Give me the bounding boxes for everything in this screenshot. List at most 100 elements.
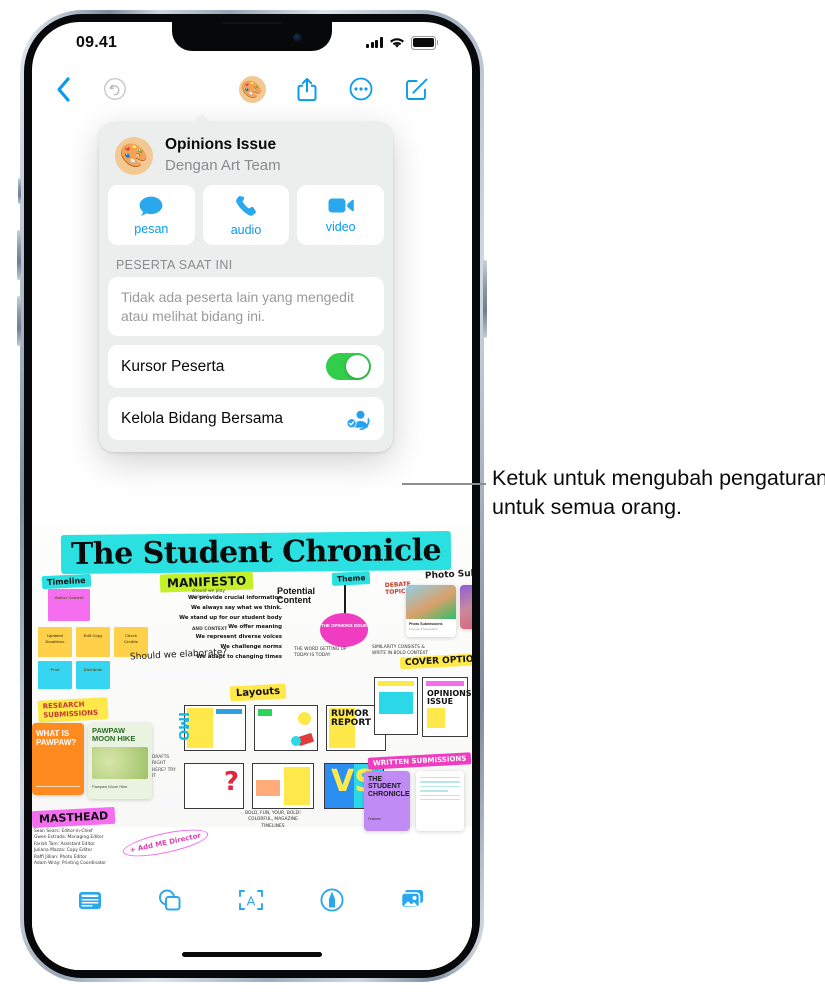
artist-palette-avatar-icon: 🎨 bbox=[115, 136, 153, 175]
board-note-add-director: + Add ME Director bbox=[120, 824, 210, 862]
cover-card-title: THE STUDENT CHRONICLE bbox=[368, 776, 410, 798]
callout-leader-line bbox=[402, 483, 486, 485]
cover-thumb[interactable] bbox=[374, 677, 418, 735]
written-submission-card[interactable]: THE STUDENT CHRONICLE Features bbox=[364, 771, 410, 831]
sticky-note-text: Gather Content bbox=[54, 595, 84, 600]
text-box-a-icon: A bbox=[239, 889, 263, 910]
sticky-note-text: Updated Deadlines bbox=[45, 633, 65, 644]
bottom-tool-pen[interactable] bbox=[318, 886, 346, 919]
video-action-label: video bbox=[325, 220, 356, 235]
silent-switch[interactable] bbox=[18, 178, 21, 204]
board-note-cluster: THE WORD GETTING UP TODAY IS TODAY bbox=[294, 647, 347, 659]
sticky-note-text: Distribute bbox=[83, 667, 103, 672]
message-bubble-icon bbox=[139, 196, 163, 216]
more-options-button[interactable] bbox=[344, 66, 378, 112]
board-label-layouts: Layouts bbox=[229, 683, 287, 702]
collaborate-avatar-button[interactable]: 🎨 bbox=[235, 66, 269, 112]
compose-pencil-icon bbox=[406, 78, 428, 100]
artist-palette-avatar-icon: 🎨 bbox=[238, 75, 266, 103]
callout-text: Ketuk untuk mengubah pengaturan untuk se… bbox=[492, 466, 825, 519]
bottom-tool-note[interactable] bbox=[76, 886, 104, 919]
participants-empty-card: Tidak ada peserta lain yang mengedit ata… bbox=[108, 277, 384, 337]
battery-icon bbox=[411, 36, 439, 50]
bottom-toolbar: A bbox=[32, 874, 472, 930]
layout-word: IMO bbox=[175, 712, 190, 741]
manifesto-line: We stand up for our student body bbox=[179, 614, 282, 621]
message-action-button[interactable]: pesan bbox=[108, 185, 195, 246]
sticky-note[interactable]: Edit Copy bbox=[76, 627, 110, 657]
iphone-device-frame: 09.41 🎨 The Student Chronicle Timeline G… bbox=[17, 10, 487, 982]
device-screen: 09.41 🎨 The Student Chronicle Timeline G… bbox=[32, 22, 472, 970]
manage-shared-board-label: Kelola Bidang Bersama bbox=[121, 409, 283, 427]
board-note-layouts: BOLD, FUN, YOUR, BOLD! COLORFUL, MAGAZINE… bbox=[245, 811, 301, 829]
sticky-note[interactable]: Distribute bbox=[76, 661, 110, 689]
participant-cursors-row[interactable]: Kursor Peserta bbox=[108, 345, 384, 389]
photo-card[interactable]: Photo Submissions Keynote Presentation bbox=[406, 585, 456, 637]
home-indicator[interactable] bbox=[182, 952, 322, 957]
participant-cursors-label: Kursor Peserta bbox=[121, 357, 225, 375]
board-label-research: RESEARCH SUBMISSIONS bbox=[37, 697, 109, 723]
status-bar-indicators bbox=[365, 36, 439, 50]
board-note-context: AND CONTEXT bbox=[192, 627, 228, 632]
bottom-tool-text[interactable]: A bbox=[236, 887, 266, 918]
back-button[interactable] bbox=[46, 66, 80, 112]
pen-circle-icon bbox=[320, 887, 344, 912]
cover-thumb[interactable]: OPINIONS ISSUE bbox=[422, 677, 472, 737]
audio-action-label: audio bbox=[230, 222, 262, 237]
layout-thumb[interactable] bbox=[254, 705, 318, 751]
written-submission-card[interactable] bbox=[416, 771, 464, 831]
cellular-bars-icon bbox=[365, 37, 383, 49]
layout-thumb[interactable]: IMO bbox=[175, 705, 246, 751]
manifesto-line: We always say what we think. bbox=[190, 604, 282, 611]
manage-shared-board-row[interactable]: Kelola Bidang Bersama bbox=[108, 397, 384, 441]
participants-section-title: PESERTA SAAT INI bbox=[116, 258, 233, 273]
center-node-text: THE OPINIONS ISSUE bbox=[321, 623, 367, 628]
note-card-icon bbox=[79, 891, 101, 909]
audio-action-button[interactable]: audio bbox=[202, 185, 290, 246]
research-card-title: WHAT IS PAWPAW? bbox=[36, 729, 77, 748]
power-button[interactable] bbox=[483, 260, 487, 338]
sticky-note[interactable]: Gather Content bbox=[48, 589, 90, 621]
undo-arrow-icon bbox=[103, 77, 127, 101]
top-toolbar: 🎨 bbox=[32, 66, 472, 112]
compose-button[interactable] bbox=[400, 66, 434, 112]
participants-empty-note: Tidak ada peserta lain yang mengedit ata… bbox=[121, 289, 354, 324]
participant-cursors-toggle[interactable] bbox=[326, 353, 371, 381]
phone-handset-icon bbox=[236, 195, 256, 216]
research-card-title: PAWPAW MOON HIKE bbox=[92, 726, 136, 743]
undo-button[interactable] bbox=[98, 66, 132, 112]
research-card[interactable]: PAWPAW MOON HIKE Pawpaw Moon Hike bbox=[88, 723, 152, 799]
sticky-note-text: Check Credits bbox=[124, 633, 138, 644]
popover-action-row: pesan audio video bbox=[108, 185, 385, 246]
volume-up-button[interactable] bbox=[17, 230, 21, 280]
bottom-tool-shapes[interactable] bbox=[156, 886, 184, 919]
popover-subtitle: Dengan Art Team bbox=[165, 156, 281, 174]
layout-thumb[interactable] bbox=[252, 763, 314, 809]
masthead-credits: Sean Sears: Editor-in-Chief Gwen Estrada:… bbox=[34, 829, 107, 866]
popover-header: 🎨 Opinions Issue Dengan Art Team bbox=[108, 132, 384, 185]
theme-arrow bbox=[344, 585, 346, 615]
chevron-left-icon bbox=[56, 76, 70, 102]
video-action-button[interactable]: video bbox=[297, 185, 385, 246]
popover-arrow bbox=[191, 114, 213, 124]
sticky-note[interactable]: Updated Deadlines bbox=[38, 627, 72, 657]
status-bar-clock: 09.41 bbox=[76, 34, 118, 51]
earpiece-speaker bbox=[221, 22, 283, 24]
sticky-note[interactable]: Print bbox=[38, 661, 72, 689]
board-label-timeline: Timeline bbox=[41, 573, 91, 590]
share-button[interactable] bbox=[290, 66, 324, 112]
collaboration-popover: 🎨 Opinions Issue Dengan Art Team pesan a… bbox=[99, 122, 393, 453]
popover-title: Opinions Issue bbox=[165, 136, 277, 153]
layout-thumb[interactable]: ? bbox=[184, 763, 244, 809]
photo-card[interactable] bbox=[460, 585, 472, 629]
sticky-note-text: Print bbox=[50, 667, 60, 672]
svg-text:A: A bbox=[247, 893, 256, 908]
device-notch bbox=[172, 22, 332, 51]
wifi-icon bbox=[390, 37, 404, 48]
volume-down-button[interactable] bbox=[17, 296, 21, 346]
bottom-tool-media[interactable] bbox=[398, 887, 428, 918]
research-card[interactable]: WHAT IS PAWPAW? bbox=[32, 723, 84, 795]
sticky-note-text: Edit Copy bbox=[83, 633, 103, 638]
board-content[interactable]: The Student Chronicle Timeline Gather Co… bbox=[32, 527, 472, 866]
center-node[interactable]: THE OPINIONS ISSUE bbox=[320, 613, 368, 647]
